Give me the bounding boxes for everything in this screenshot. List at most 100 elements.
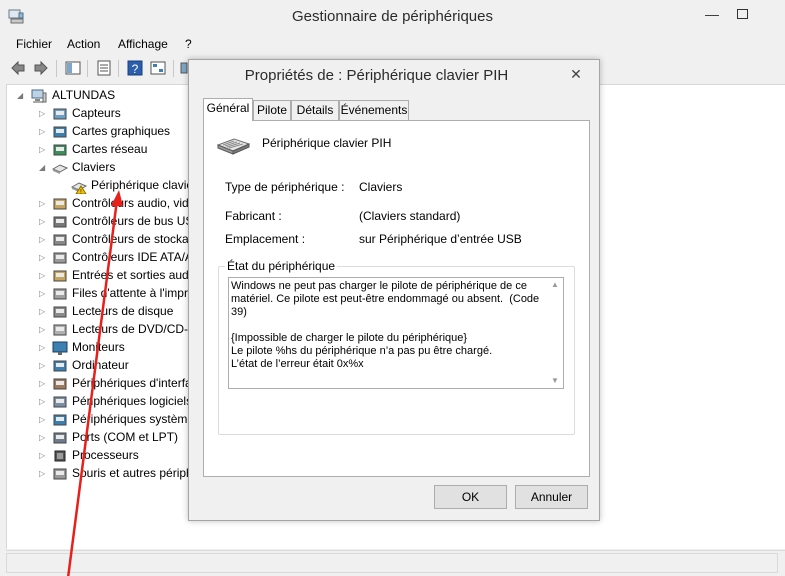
- tab-general[interactable]: Général: [203, 98, 253, 121]
- tree-item-label: Entrées et sorties audic: [72, 268, 198, 282]
- location-value: sur Périphérique d’entrée USB: [359, 232, 522, 246]
- tree-category-item[interactable]: ▷ Lecteurs de DVD/CD-R: [31, 321, 211, 339]
- tab-details[interactable]: Détails: [291, 100, 339, 120]
- monitor-icon: [52, 341, 68, 355]
- tree-category-item[interactable]: ▷ Souris et autres périph: [31, 465, 211, 483]
- tree-item-label: Contrôleurs IDE ATA/A: [72, 250, 193, 264]
- expand-arrow-icon[interactable]: ▷: [39, 145, 47, 155]
- device-status-textbox[interactable]: Windows ne peut pas charger le pilote de…: [228, 277, 564, 389]
- status-bar-cell: [6, 553, 778, 573]
- software-device-icon: [53, 396, 67, 408]
- scroll-down-icon[interactable]: ▼: [551, 376, 559, 385]
- device-view-icon[interactable]: [150, 60, 166, 76]
- tab-pilote[interactable]: Pilote: [253, 100, 291, 120]
- expand-arrow-icon[interactable]: ▷: [39, 433, 47, 443]
- location-label: Emplacement :: [225, 232, 306, 246]
- keyboard-warning-icon: !: [71, 182, 87, 194]
- tree-root[interactable]: ◢ ALTUNDAS: [7, 87, 207, 105]
- back-icon[interactable]: [10, 60, 26, 76]
- title-bar[interactable]: Gestionnaire de périphériques —: [0, 0, 785, 32]
- expand-arrow-icon[interactable]: ▷: [39, 379, 47, 389]
- scan-hardware-icon[interactable]: [180, 60, 188, 76]
- menu-help[interactable]: ?: [185, 37, 192, 51]
- tree-category-item[interactable]: ▷ Contrôleurs IDE ATA/A: [31, 249, 211, 267]
- forward-icon[interactable]: [33, 60, 49, 76]
- collapse-arrow-icon[interactable]: ◢: [17, 91, 25, 101]
- device-status-group-title: État du périphérique: [225, 259, 338, 273]
- status-bar: [6, 550, 785, 573]
- tree-item-label: Files d'attente à l'impre: [72, 286, 195, 300]
- tree-category-item[interactable]: ▷ Contrôleurs audio, vid: [31, 195, 211, 213]
- processor-icon: [54, 450, 66, 462]
- expand-arrow-icon[interactable]: ▷: [39, 451, 47, 461]
- properties-dialog: Propriétés de : Périphérique clavier PIH…: [188, 59, 600, 521]
- cancel-button[interactable]: Annuler: [515, 485, 588, 509]
- system-device-icon: [53, 414, 67, 426]
- tree-item-label: Cartes graphiques: [72, 124, 171, 138]
- keyboard-device-icon: [216, 138, 250, 155]
- dvd-icon: [53, 324, 67, 336]
- ide-icon: [53, 252, 67, 264]
- tree-category-item[interactable]: ▷ Ports (COM et LPT): [31, 429, 211, 447]
- help-icon[interactable]: ?: [127, 60, 143, 76]
- show-hide-console-tree-icon[interactable]: [65, 60, 81, 76]
- properties-icon[interactable]: [96, 60, 112, 76]
- minimize-button[interactable]: —: [702, 4, 722, 24]
- tree-category-item[interactable]: ◢ Claviers: [31, 159, 211, 177]
- tree-category-item[interactable]: ▷ Ordinateur: [31, 357, 211, 375]
- collapse-arrow-icon[interactable]: ◢: [39, 163, 47, 173]
- expand-arrow-icon[interactable]: ▷: [39, 469, 47, 479]
- expand-arrow-icon[interactable]: ▷: [39, 217, 47, 227]
- tree-category-item[interactable]: ▷ Cartes graphiques: [31, 123, 211, 141]
- tree-item-label: Périphériques système: [72, 412, 195, 426]
- tree-category-item[interactable]: ▷ Entrées et sorties audic: [31, 267, 211, 285]
- tree-category-item[interactable]: ▷ Capteurs: [31, 105, 211, 123]
- expand-arrow-icon[interactable]: ▷: [39, 235, 47, 245]
- dialog-title: Propriétés de : Périphérique clavier PIH: [244, 67, 509, 84]
- maximize-button[interactable]: [733, 4, 753, 24]
- hid-icon: [53, 378, 67, 390]
- menu-action[interactable]: Action: [67, 37, 100, 51]
- tree-category-item[interactable]: ▷ Contrôleurs de stockag: [31, 231, 211, 249]
- expand-arrow-icon[interactable]: ▷: [39, 289, 47, 299]
- manufacturer-value: (Claviers standard): [359, 209, 461, 223]
- expand-arrow-icon[interactable]: ▷: [39, 343, 47, 353]
- tree-category-item[interactable]: ▷ Files d'attente à l'impre: [31, 285, 211, 303]
- tree-category-item[interactable]: ▷ Périphériques logiciels: [31, 393, 211, 411]
- display-adapter-icon: [53, 126, 67, 138]
- expand-arrow-icon[interactable]: ▷: [39, 127, 47, 137]
- tree-category-item[interactable]: ▷ Processeurs: [31, 447, 211, 465]
- expand-arrow-icon[interactable]: ▷: [39, 397, 47, 407]
- usb-icon: [53, 216, 67, 228]
- menu-fichier[interactable]: Fichier: [16, 37, 52, 51]
- expand-arrow-icon[interactable]: ▷: [39, 253, 47, 263]
- device-status-text: Windows ne peut pas charger le pilote de…: [231, 280, 540, 370]
- expand-arrow-icon[interactable]: ▷: [39, 325, 47, 335]
- ok-button[interactable]: OK: [434, 485, 507, 509]
- tree-category-item[interactable]: ▷ Lecteurs de disque: [31, 303, 211, 321]
- tree-category-item[interactable]: ▷ Cartes réseau: [31, 141, 211, 159]
- tree-category-item[interactable]: ▷ Contrôleurs de bus US: [31, 213, 211, 231]
- menu-bar: Fichier Action Affichage ?: [0, 34, 785, 54]
- expand-arrow-icon[interactable]: ▷: [39, 271, 47, 281]
- audio-io-icon: [53, 270, 67, 282]
- device-status-scrollbar[interactable]: ▲ ▼: [547, 278, 563, 388]
- device-name: Périphérique clavier PIH: [262, 136, 392, 150]
- expand-arrow-icon[interactable]: ▷: [39, 109, 47, 119]
- expand-arrow-icon[interactable]: ▷: [39, 415, 47, 425]
- toolbar-separator: [56, 60, 57, 77]
- menu-affichage[interactable]: Affichage: [118, 37, 168, 51]
- tree-category-item[interactable]: ▷ Moniteurs: [31, 339, 211, 357]
- tab-evenements[interactable]: Événements: [339, 100, 409, 120]
- expand-arrow-icon[interactable]: ▷: [39, 199, 47, 209]
- expand-arrow-icon[interactable]: ▷: [39, 361, 47, 371]
- scroll-up-icon[interactable]: ▲: [551, 280, 559, 289]
- toolbar-separator: [87, 60, 88, 77]
- tree-category-item[interactable]: ▷ Périphériques système: [31, 411, 211, 429]
- expand-arrow-icon[interactable]: ▷: [39, 307, 47, 317]
- tree-item-label: Souris et autres périph: [72, 466, 193, 480]
- tree-category-item[interactable]: ▷ Périphériques d'interfa: [31, 375, 211, 393]
- dialog-close-button[interactable]: ✕: [564, 64, 588, 84]
- sensor-icon: [53, 108, 67, 120]
- tree-item-label: Processeurs: [72, 448, 139, 462]
